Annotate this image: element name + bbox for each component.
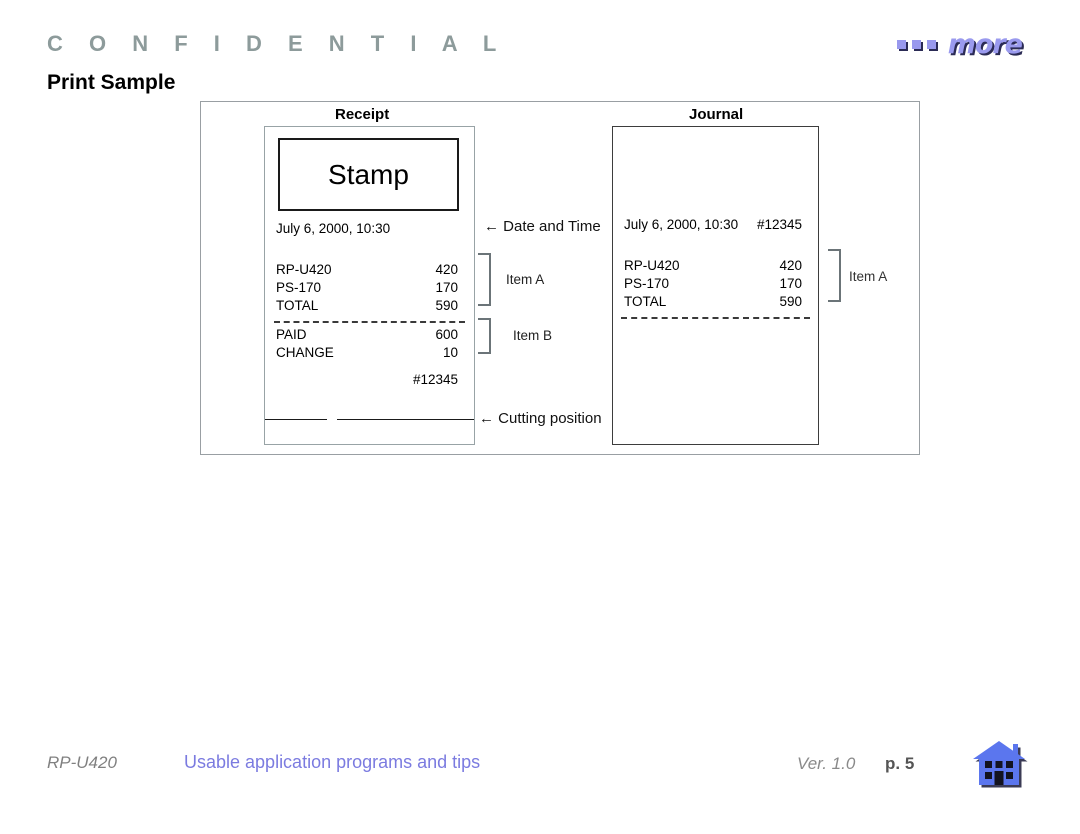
cutting-line-segment-left	[265, 419, 327, 420]
journal-dashed-separator	[621, 317, 810, 319]
journal-row-value-2: 590	[779, 294, 802, 309]
annotation-date-and-time: ← Date and Time	[484, 218, 601, 235]
receipt-number: #12345	[412, 372, 458, 387]
footer-version: Ver. 1.0	[797, 754, 856, 773]
receipt-paper: Stamp July 6, 2000, 10:30 RP-U420 420 PS…	[264, 126, 475, 445]
receipt-panel-title: Receipt	[335, 106, 390, 123]
stamp-label: Stamp	[328, 158, 409, 190]
receipt-row-value-1: 170	[435, 280, 458, 295]
bracket-label-item-b: Item B	[513, 328, 553, 343]
more-logo: more	[896, 29, 1023, 60]
home-button[interactable]	[973, 740, 1029, 792]
print-sample-diagram: Receipt Journal Stamp July 6, 2000, 10:3…	[200, 101, 920, 455]
footer-model: RP-U420	[47, 753, 117, 772]
journal-row-value-1: 170	[779, 276, 802, 291]
footer-subtitle: Usable application programs and tips	[184, 752, 481, 772]
journal-datetime: July 6, 2000, 10:30	[624, 217, 739, 232]
receipt-row-label-0: RP-U420	[276, 262, 332, 277]
stamp-box: Stamp	[278, 138, 459, 211]
receipt-rowb-value-0: 600	[435, 327, 458, 342]
journal-row-label-1: PS-170	[624, 276, 670, 291]
logo-square-1	[896, 40, 906, 49]
receipt-rowb-value-1: 10	[442, 345, 458, 360]
footer-page-number: p. 5	[885, 754, 915, 773]
logo-square-2	[911, 40, 921, 49]
receipt-row-value-2: 590	[435, 298, 458, 313]
receipt-rowb-label-1: CHANGE	[276, 345, 334, 360]
journal-row-value-0: 420	[779, 258, 802, 273]
logo-square-3	[926, 40, 936, 49]
journal-panel-title: Journal	[689, 106, 744, 123]
receipt-rowb-label-0: PAID	[276, 327, 307, 342]
bracket-label-journal-item-a: Item A	[849, 269, 888, 284]
receipt-row-label-1: PS-170	[276, 280, 322, 295]
receipt-datetime: July 6, 2000, 10:30	[276, 221, 391, 236]
confidential-banner: C O N F I D E N T I A L	[47, 31, 507, 56]
journal-row-label-2: TOTAL	[624, 294, 667, 309]
bracket-journal-item-a	[828, 249, 841, 302]
receipt-row-value-0: 420	[435, 262, 458, 277]
annotation-cutting-position: ← Cutting position	[479, 410, 602, 427]
bracket-item-b	[478, 318, 491, 354]
receipt-row-label-2: TOTAL	[276, 298, 319, 313]
journal-row-label-0: RP-U420	[624, 258, 680, 273]
home-icon	[973, 741, 1028, 788]
journal-paper: July 6, 2000, 10:30 #12345 RP-U420 420 P…	[612, 126, 819, 445]
journal-number: #12345	[757, 217, 803, 232]
cutting-line-segment-right	[337, 419, 474, 420]
receipt-dashed-separator	[274, 321, 465, 323]
page-title: Print Sample	[47, 71, 176, 94]
bracket-label-item-a: Item A	[506, 272, 545, 287]
logo-wordmark: more	[947, 29, 1023, 60]
bracket-item-a	[478, 253, 491, 306]
